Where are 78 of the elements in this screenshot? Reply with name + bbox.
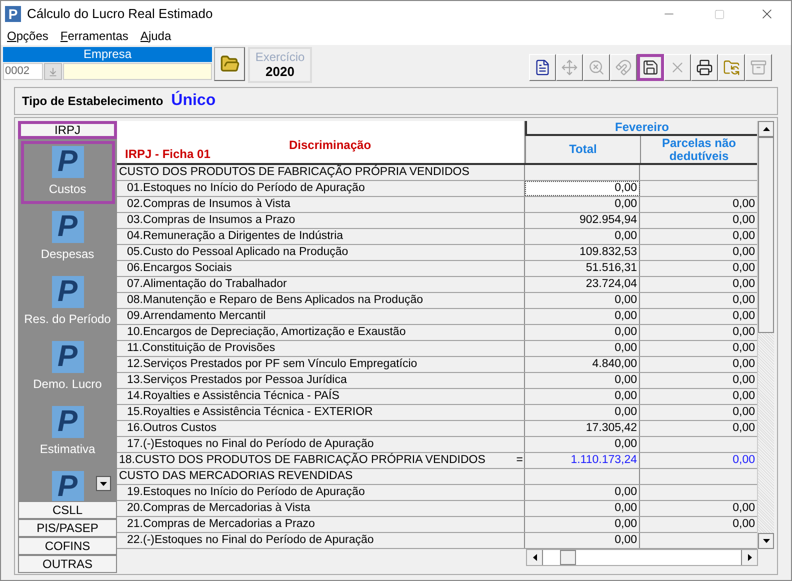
save-icon — [642, 59, 659, 76]
equals-sign: = — [516, 453, 524, 468]
drawer-icon — [750, 59, 767, 76]
folders-button[interactable] — [718, 54, 745, 81]
module-tab[interactable]: OUTRAS — [18, 555, 117, 573]
move-icon — [561, 59, 578, 76]
caret-icon — [100, 482, 107, 486]
printer-icon — [696, 59, 713, 76]
module-tab[interactable]: CSLL — [18, 501, 117, 519]
tipo-label: Tipo de Estabelecimento — [22, 93, 164, 110]
printer-button[interactable] — [691, 54, 718, 81]
parcelas-cell[interactable]: 0,00 — [640, 389, 757, 404]
scroll-thumb[interactable] — [560, 550, 576, 565]
parcelas-cell[interactable]: 0,00 — [640, 373, 757, 388]
label-heading: Discriminação — [289, 137, 372, 154]
ficha-title: IRPJ - Ficha 01 — [125, 146, 210, 163]
document-button[interactable] — [529, 54, 556, 81]
sidebar-item[interactable]: P Demo. Lucro — [20, 336, 114, 399]
parcelas-cell[interactable]: 0,00 — [640, 501, 757, 516]
tipo-value: Único — [171, 90, 216, 111]
parcelas-cell[interactable]: 0,00 — [640, 517, 757, 532]
p-icon: P — [52, 211, 84, 243]
right-arrow-icon — [748, 554, 752, 561]
parcelas-cell[interactable]: 0,00 — [640, 309, 757, 324]
sidebar-item[interactable]: P Despesas — [20, 206, 114, 269]
module-tab[interactable]: COFINS — [18, 537, 117, 555]
document-icon — [534, 59, 551, 76]
save-button[interactable] — [637, 54, 664, 81]
folder-icon — [220, 54, 240, 74]
menu-item[interactable]: Ajuda — [134, 27, 178, 45]
p-icon: P — [52, 276, 84, 308]
empresa-header: Empresa — [3, 47, 212, 62]
exercicio-value: 2020 — [266, 64, 294, 80]
parcelas-cell[interactable]: 0,00 — [640, 325, 757, 340]
menu-item[interactable]: Ferramentas — [54, 27, 134, 45]
dropdown-button[interactable] — [96, 476, 111, 491]
column-header: Total — [525, 136, 640, 163]
exercicio-label: Exercício — [255, 50, 305, 64]
open-button[interactable] — [214, 47, 245, 81]
sidebar-item[interactable]: P Res. do Período — [20, 271, 114, 334]
parcelas-cell[interactable]: 0,00 — [640, 405, 757, 420]
horizontal-scrollbar[interactable] — [526, 549, 758, 566]
menu-item[interactable]: Opções — [1, 27, 54, 45]
p-icon: P — [52, 341, 84, 373]
vertical-scrollbar[interactable] — [757, 121, 774, 549]
app-icon: P — [5, 6, 21, 22]
parcelas-cell[interactable]: 0,00 — [640, 245, 757, 260]
sidebar-item[interactable]: P — [20, 466, 114, 501]
download-icon — [48, 66, 58, 76]
search-icon — [588, 59, 605, 76]
code-field[interactable]: 0002 — [3, 63, 43, 80]
parcelas-cell[interactable]: 0,00 — [640, 197, 757, 212]
up-arrow-icon — [762, 127, 770, 131]
month-header: Fevereiro — [525, 121, 757, 136]
p-icon: P — [52, 406, 84, 438]
p-icon: P — [52, 471, 84, 501]
left-arrow-icon — [532, 554, 536, 561]
down-arrow-icon — [762, 539, 770, 543]
folders-icon — [723, 59, 740, 76]
magnet-icon — [615, 59, 632, 76]
parcelas-cell[interactable]: 0,00 — [640, 213, 757, 228]
parcelas-cell[interactable]: 0,00 — [640, 357, 757, 372]
parcelas-cell[interactable]: 0,00 — [640, 421, 757, 436]
scroll-thumb[interactable] — [758, 137, 774, 333]
module-tab[interactable]: PIS/PASEP — [18, 519, 117, 537]
parcelas-cell[interactable]: 0,00 — [640, 261, 757, 276]
parcelas-cell[interactable]: 0,00 — [640, 293, 757, 308]
total-cell[interactable]: 0,00 — [525, 181, 640, 196]
parcelas-cell[interactable]: 0,00 — [640, 341, 757, 356]
sidebar-item[interactable]: P Custos — [20, 141, 114, 204]
parcelas-cell[interactable]: 0,00 — [640, 229, 757, 244]
parcelas-cell[interactable]: 0,00 — [640, 277, 757, 292]
sidebar-item[interactable]: P Estimativa — [20, 401, 114, 464]
irpj-tab[interactable]: IRPJ — [18, 121, 117, 139]
p-icon: P — [52, 146, 84, 178]
parcelas-cell[interactable]: 0,00 — [640, 453, 757, 468]
window-title: Cálculo do Lucro Real Estimado — [27, 5, 213, 24]
company-field[interactable] — [63, 63, 212, 80]
